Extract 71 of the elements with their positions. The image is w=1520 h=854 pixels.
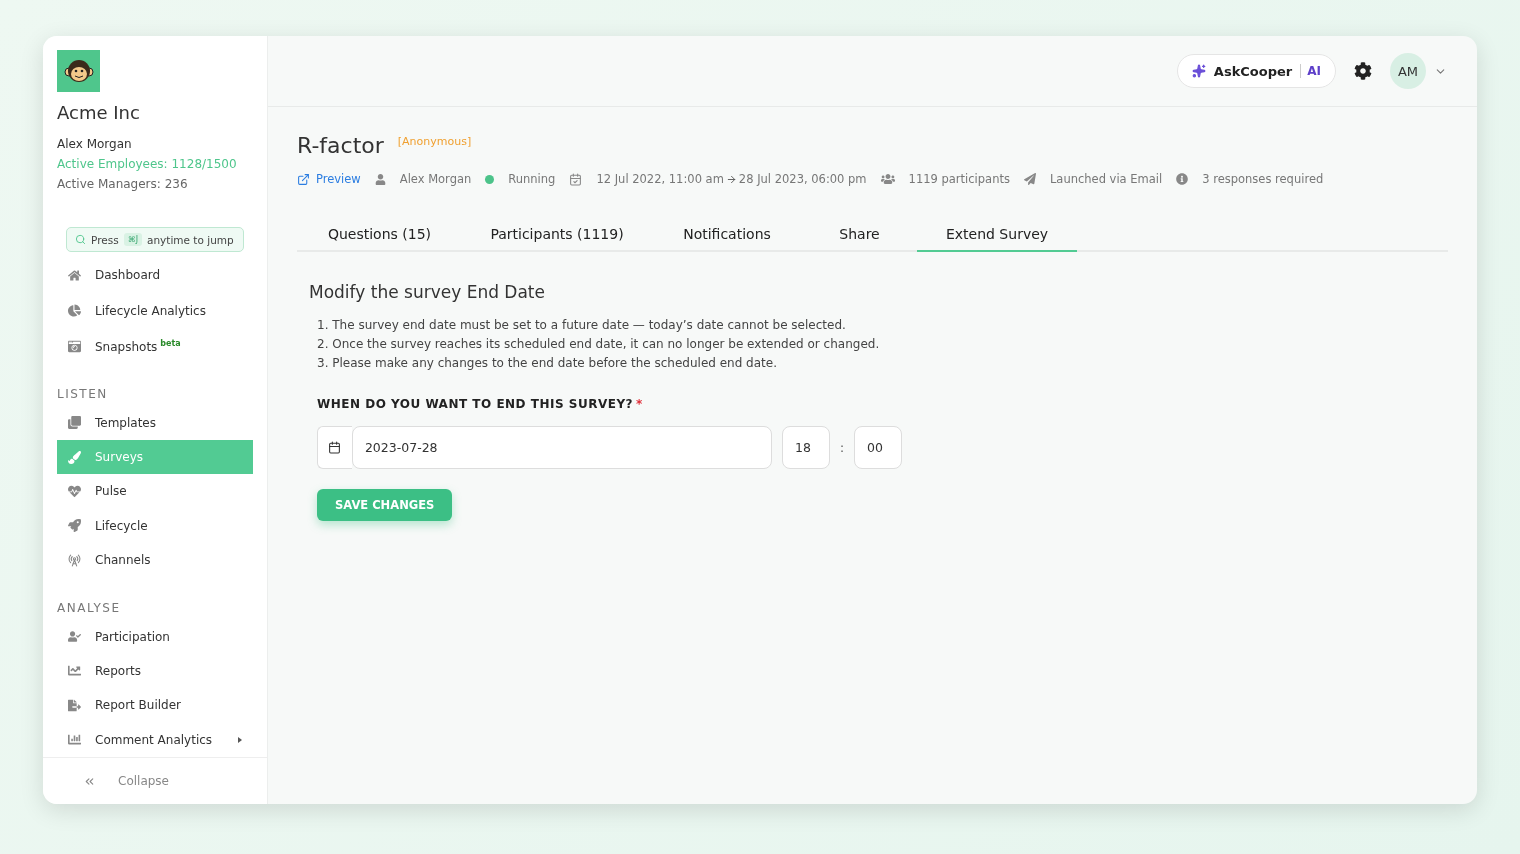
calendar-button[interactable] [317, 426, 352, 469]
user-avatar[interactable]: AM [1390, 53, 1426, 89]
pie-chart-icon [68, 304, 81, 318]
info-icon [1176, 173, 1189, 185]
calendar-icon [328, 441, 342, 454]
heartbeat-icon [68, 484, 81, 498]
paper-plane-icon [1023, 173, 1036, 185]
section-heading: ANALYSE [57, 601, 122, 616]
sparkle-icon [1191, 64, 1206, 78]
external-link-icon [297, 172, 310, 186]
minute-field[interactable]: 00 [854, 426, 903, 469]
user-name: Alex Morgan [57, 137, 133, 152]
date-field[interactable]: 2023-07-28 [351, 426, 772, 469]
tab[interactable]: Notifications [652, 218, 802, 252]
rule-text: 1. The survey end date must be set to a future date — today’s date cannot be selected. [317, 318, 847, 332]
active-employees: Active Employees: 1128/1500 [57, 157, 238, 172]
section-heading: LISTEN [57, 387, 109, 402]
calendar-icon [569, 172, 583, 186]
rocket-icon [68, 519, 81, 533]
nav-item[interactable]: Templates [57, 405, 253, 440]
launch-method: Launched via Email [1049, 172, 1163, 186]
tab[interactable]: Participants (1119) [462, 218, 652, 252]
rule-text: 3. Please make any changes to the end date before the scheduled end date. [317, 356, 778, 370]
tab[interactable]: Extend Survey [917, 218, 1077, 252]
user-check-icon [68, 630, 81, 644]
nav-item[interactable]: Report Builder [57, 688, 253, 723]
hour-field[interactable]: 18 [782, 426, 830, 469]
file-export-icon [68, 698, 81, 712]
time-separator: : [840, 440, 845, 455]
active-managers: Active Managers: 236 [57, 177, 189, 192]
nav-item[interactable]: Participation [57, 619, 253, 654]
nav-item[interactable]: Channels [57, 543, 253, 578]
nav-item[interactable]: Dashboard [57, 258, 253, 293]
status-text: Running [508, 172, 556, 186]
rule-text: 2. Once the survey reaches its scheduled end date, it can no longer be extended or changed. [317, 337, 881, 351]
nav-item[interactable]: Pulse [57, 474, 253, 509]
radio-tower-icon [68, 553, 81, 567]
nav-item[interactable]: Snapshots $^{beta}$ [57, 329, 253, 364]
settings-icon[interactable] [1354, 62, 1372, 80]
bar-chart-icon [68, 733, 81, 747]
section-title: Modify the survey End Date [309, 282, 546, 302]
participants-count: 1119 participants [908, 172, 1010, 186]
copy-icon [68, 416, 81, 430]
people-icon [880, 172, 895, 186]
survey-title: R-factor [297, 133, 384, 158]
search-icon [75, 234, 86, 246]
author-name: Alex Morgan [399, 172, 472, 186]
anonymous-tag: [Anonymous] [397, 135, 472, 148]
nav-item[interactable]: Lifecycle [57, 508, 253, 543]
end-date: 28 Jul 2023, 06:00 pm [738, 172, 867, 186]
person-icon [374, 173, 386, 185]
nav-item[interactable]: Lifecycle Analytics [57, 293, 253, 329]
responses-required: 3 responses required [1202, 172, 1324, 186]
nav-item[interactable]: Reports [57, 653, 253, 689]
nav-item[interactable]: Comment Analytics [57, 722, 253, 757]
organization-name: Acme Inc [57, 102, 141, 124]
start-date: 12 Jul 2022, 11:00 am [596, 172, 724, 186]
assistant-button[interactable]: AskCooper AI [1176, 54, 1336, 88]
collapse-button[interactable]: Collapse [43, 757, 267, 804]
line-chart-icon [68, 664, 81, 678]
tab[interactable]: Questions (15) [297, 218, 462, 252]
monkey-logo-icon [57, 50, 100, 93]
arrow-icon [725, 173, 737, 185]
required-asterisk: * [636, 397, 643, 411]
question-label: WHEN DO YOU WANT TO END THIS SURVEY? * [317, 397, 644, 411]
camera-icon [68, 339, 81, 353]
preview-link[interactable]: Preview [297, 172, 361, 186]
tab[interactable]: Share [802, 218, 917, 252]
house-icon [68, 268, 81, 282]
brush-icon [68, 450, 81, 464]
jump-search-field[interactable]: Press ⌘J anytime to jump [66, 227, 244, 253]
